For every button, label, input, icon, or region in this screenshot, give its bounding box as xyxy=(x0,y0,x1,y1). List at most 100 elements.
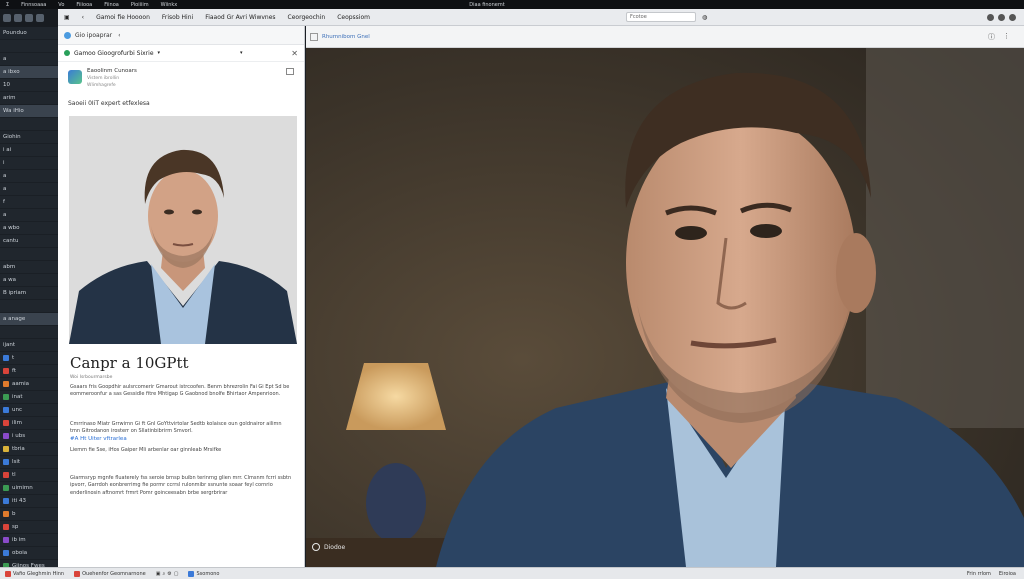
sidebar-item-label: a xyxy=(3,56,7,62)
sidebar-item[interactable]: i xyxy=(0,157,58,170)
sidebar-item[interactable]: oboia xyxy=(0,547,58,560)
sidebar-item[interactable]: a xyxy=(0,183,58,196)
window-icon[interactable]: ▢ xyxy=(174,571,179,577)
sidebar-item-label: Wa iHio xyxy=(3,108,24,114)
sidebar-item[interactable]: ft xyxy=(0,365,58,378)
sidebar-item[interactable] xyxy=(0,118,58,131)
checkbox-icon[interactable] xyxy=(310,32,318,41)
sidebar-item[interactable]: uimimn xyxy=(0,482,58,495)
topbar-item[interactable]: Fiiiooa xyxy=(70,2,98,8)
circle-icon[interactable] xyxy=(312,543,320,551)
sidebar-item[interactable]: B ipriam xyxy=(0,287,58,300)
pane-header: Gio ipoaprar ‹ xyxy=(58,26,304,45)
sidebar-item[interactable]: a anage xyxy=(0,313,58,326)
main-portrait-image[interactable] xyxy=(306,48,1024,567)
pane-sub-title[interactable]: Gamoo Gioogrofurbi Sixrie xyxy=(74,50,154,57)
sidebar-item[interactable]: a xyxy=(0,53,58,66)
sidebar-item[interactable]: arim xyxy=(0,92,58,105)
toolbar-menu-icon[interactable]: ▣ xyxy=(58,14,76,21)
globe-icon[interactable]: ◍ xyxy=(696,14,713,21)
topbar-item[interactable]: Ʃ xyxy=(0,2,15,8)
toolbar-back-icon[interactable]: ‹ xyxy=(76,14,90,21)
menu-icon[interactable] xyxy=(25,14,33,22)
settings-icon[interactable]: ⚙ xyxy=(167,571,171,577)
portrait-thumbnail[interactable] xyxy=(69,116,297,344)
article-link[interactable]: #A Ht Uiter vftrarlea xyxy=(70,436,127,442)
sidebar-item[interactable]: aamia xyxy=(0,378,58,391)
sidebar-item[interactable]: i ai xyxy=(0,144,58,157)
home-icon[interactable] xyxy=(3,14,11,22)
sidebar-item[interactable]: ilim xyxy=(0,417,58,430)
profile-icon[interactable] xyxy=(998,13,1005,21)
save-icon[interactable]: ▣ xyxy=(156,571,161,577)
sidebar-item[interactable]: 10 xyxy=(0,79,58,92)
sidebar-item[interactable]: a xyxy=(0,170,58,183)
taskbar-item[interactable]: Ssomono xyxy=(183,570,224,577)
tray-text[interactable]: Eiroioa xyxy=(999,571,1016,577)
more-icon[interactable]: ⋮ xyxy=(1003,32,1010,42)
author-name[interactable]: Eaoolinm Cunoars xyxy=(87,68,137,75)
toolbar-item[interactable]: Frisob Hini xyxy=(156,14,199,21)
topbar-item[interactable]: Wiinkx xyxy=(155,2,184,8)
sidebar-item[interactable]: a xyxy=(0,209,58,222)
close-icon[interactable]: ✕ xyxy=(291,49,298,58)
taskbar-item[interactable]: Vafio Gleghmin Hinn xyxy=(0,570,69,577)
sidebar-item[interactable] xyxy=(0,326,58,339)
topbar-item[interactable]: Fiinoa xyxy=(98,2,125,8)
sidebar-item[interactable] xyxy=(0,40,58,53)
app-icon xyxy=(3,432,9,439)
settings-icon[interactable] xyxy=(36,14,44,22)
sidebar-item[interactable]: cantu xyxy=(0,235,58,248)
sidebar-item[interactable]: t xyxy=(0,352,58,365)
sidebar-item[interactable]: inat xyxy=(0,391,58,404)
sidebar-item[interactable]: tl xyxy=(0,469,58,482)
sidebar-item[interactable]: i ubs xyxy=(0,430,58,443)
sidebar-item[interactable] xyxy=(0,248,58,261)
sidebar-item[interactable]: ib im xyxy=(0,534,58,547)
sidebar-item[interactable]: Pounduo xyxy=(0,27,58,40)
sidebar-item[interactable]: abm xyxy=(0,261,58,274)
pane-header-title[interactable]: Gio ipoaprar xyxy=(75,32,112,39)
sidebar-item[interactable]: b xyxy=(0,508,58,521)
sidebar-item[interactable]: f xyxy=(0,196,58,209)
topbar-item[interactable]: Vo xyxy=(52,2,70,8)
article-caption: Woi Isrbourmarsbe xyxy=(70,375,113,380)
tray-text[interactable]: Frin rrlom xyxy=(967,571,991,577)
grid-icon[interactable] xyxy=(14,14,22,22)
taskbar-item[interactable]: Ouehenfor Geomnarnone xyxy=(69,570,151,577)
taskbar-icons: ▣ ⌕ ⚙ ▢ xyxy=(151,571,184,577)
address-field[interactable]: Fcotoe xyxy=(625,12,696,22)
sidebar-item[interactable]: Giohin xyxy=(0,131,58,144)
sidebar-item-label: abm xyxy=(3,264,16,270)
sidebar-item[interactable]: a ibxo xyxy=(0,66,58,79)
toolbar-item[interactable]: Fiaaod Gr Avri Wiwvnes xyxy=(199,14,281,21)
app-icon xyxy=(3,536,9,543)
viewer-path[interactable]: Rhumnibom Gnel xyxy=(322,34,370,40)
avatar[interactable] xyxy=(68,70,82,84)
notification-icon[interactable] xyxy=(987,13,994,21)
info-icon[interactable]: ⓘ xyxy=(988,32,995,42)
search-icon[interactable]: ⌕ xyxy=(162,571,165,577)
toolbar-item[interactable]: Gamoi fie Hoooon xyxy=(90,14,156,21)
sidebar-item[interactable] xyxy=(0,300,58,313)
dropdown-arrow-icon[interactable]: ▾ xyxy=(240,50,243,56)
toolbar-item[interactable]: Ceorgeochin xyxy=(282,14,332,21)
sidebar-item[interactable]: a wbo xyxy=(0,222,58,235)
sidebar-item[interactable]: lsit xyxy=(0,456,58,469)
sidebar-item[interactable]: unc xyxy=(0,404,58,417)
article-paragraph: Giarmsryp mgnfe fluaterely fss seroie br… xyxy=(70,475,292,496)
grid-icon[interactable] xyxy=(286,68,294,75)
sidebar-item[interactable]: sp xyxy=(0,521,58,534)
sidebar-item[interactable]: iti 43 xyxy=(0,495,58,508)
more-icon[interactable] xyxy=(1009,13,1016,21)
chevron-left-icon[interactable]: ‹ xyxy=(118,32,120,39)
sidebar-item[interactable]: ijant xyxy=(0,339,58,352)
topbar-item[interactable]: Pioiiiim xyxy=(125,2,155,8)
topbar-item[interactable]: Finnsoaaa xyxy=(15,2,52,8)
sidebar-item[interactable]: Wa iHio xyxy=(0,105,58,118)
toolbar-item[interactable]: Ceopssiom xyxy=(331,14,376,21)
sidebar-item[interactable]: tbria xyxy=(0,443,58,456)
sidebar-item-label: cantu xyxy=(3,238,19,244)
chevron-down-icon[interactable]: ▾ xyxy=(158,50,161,56)
sidebar-item[interactable]: a wa xyxy=(0,274,58,287)
